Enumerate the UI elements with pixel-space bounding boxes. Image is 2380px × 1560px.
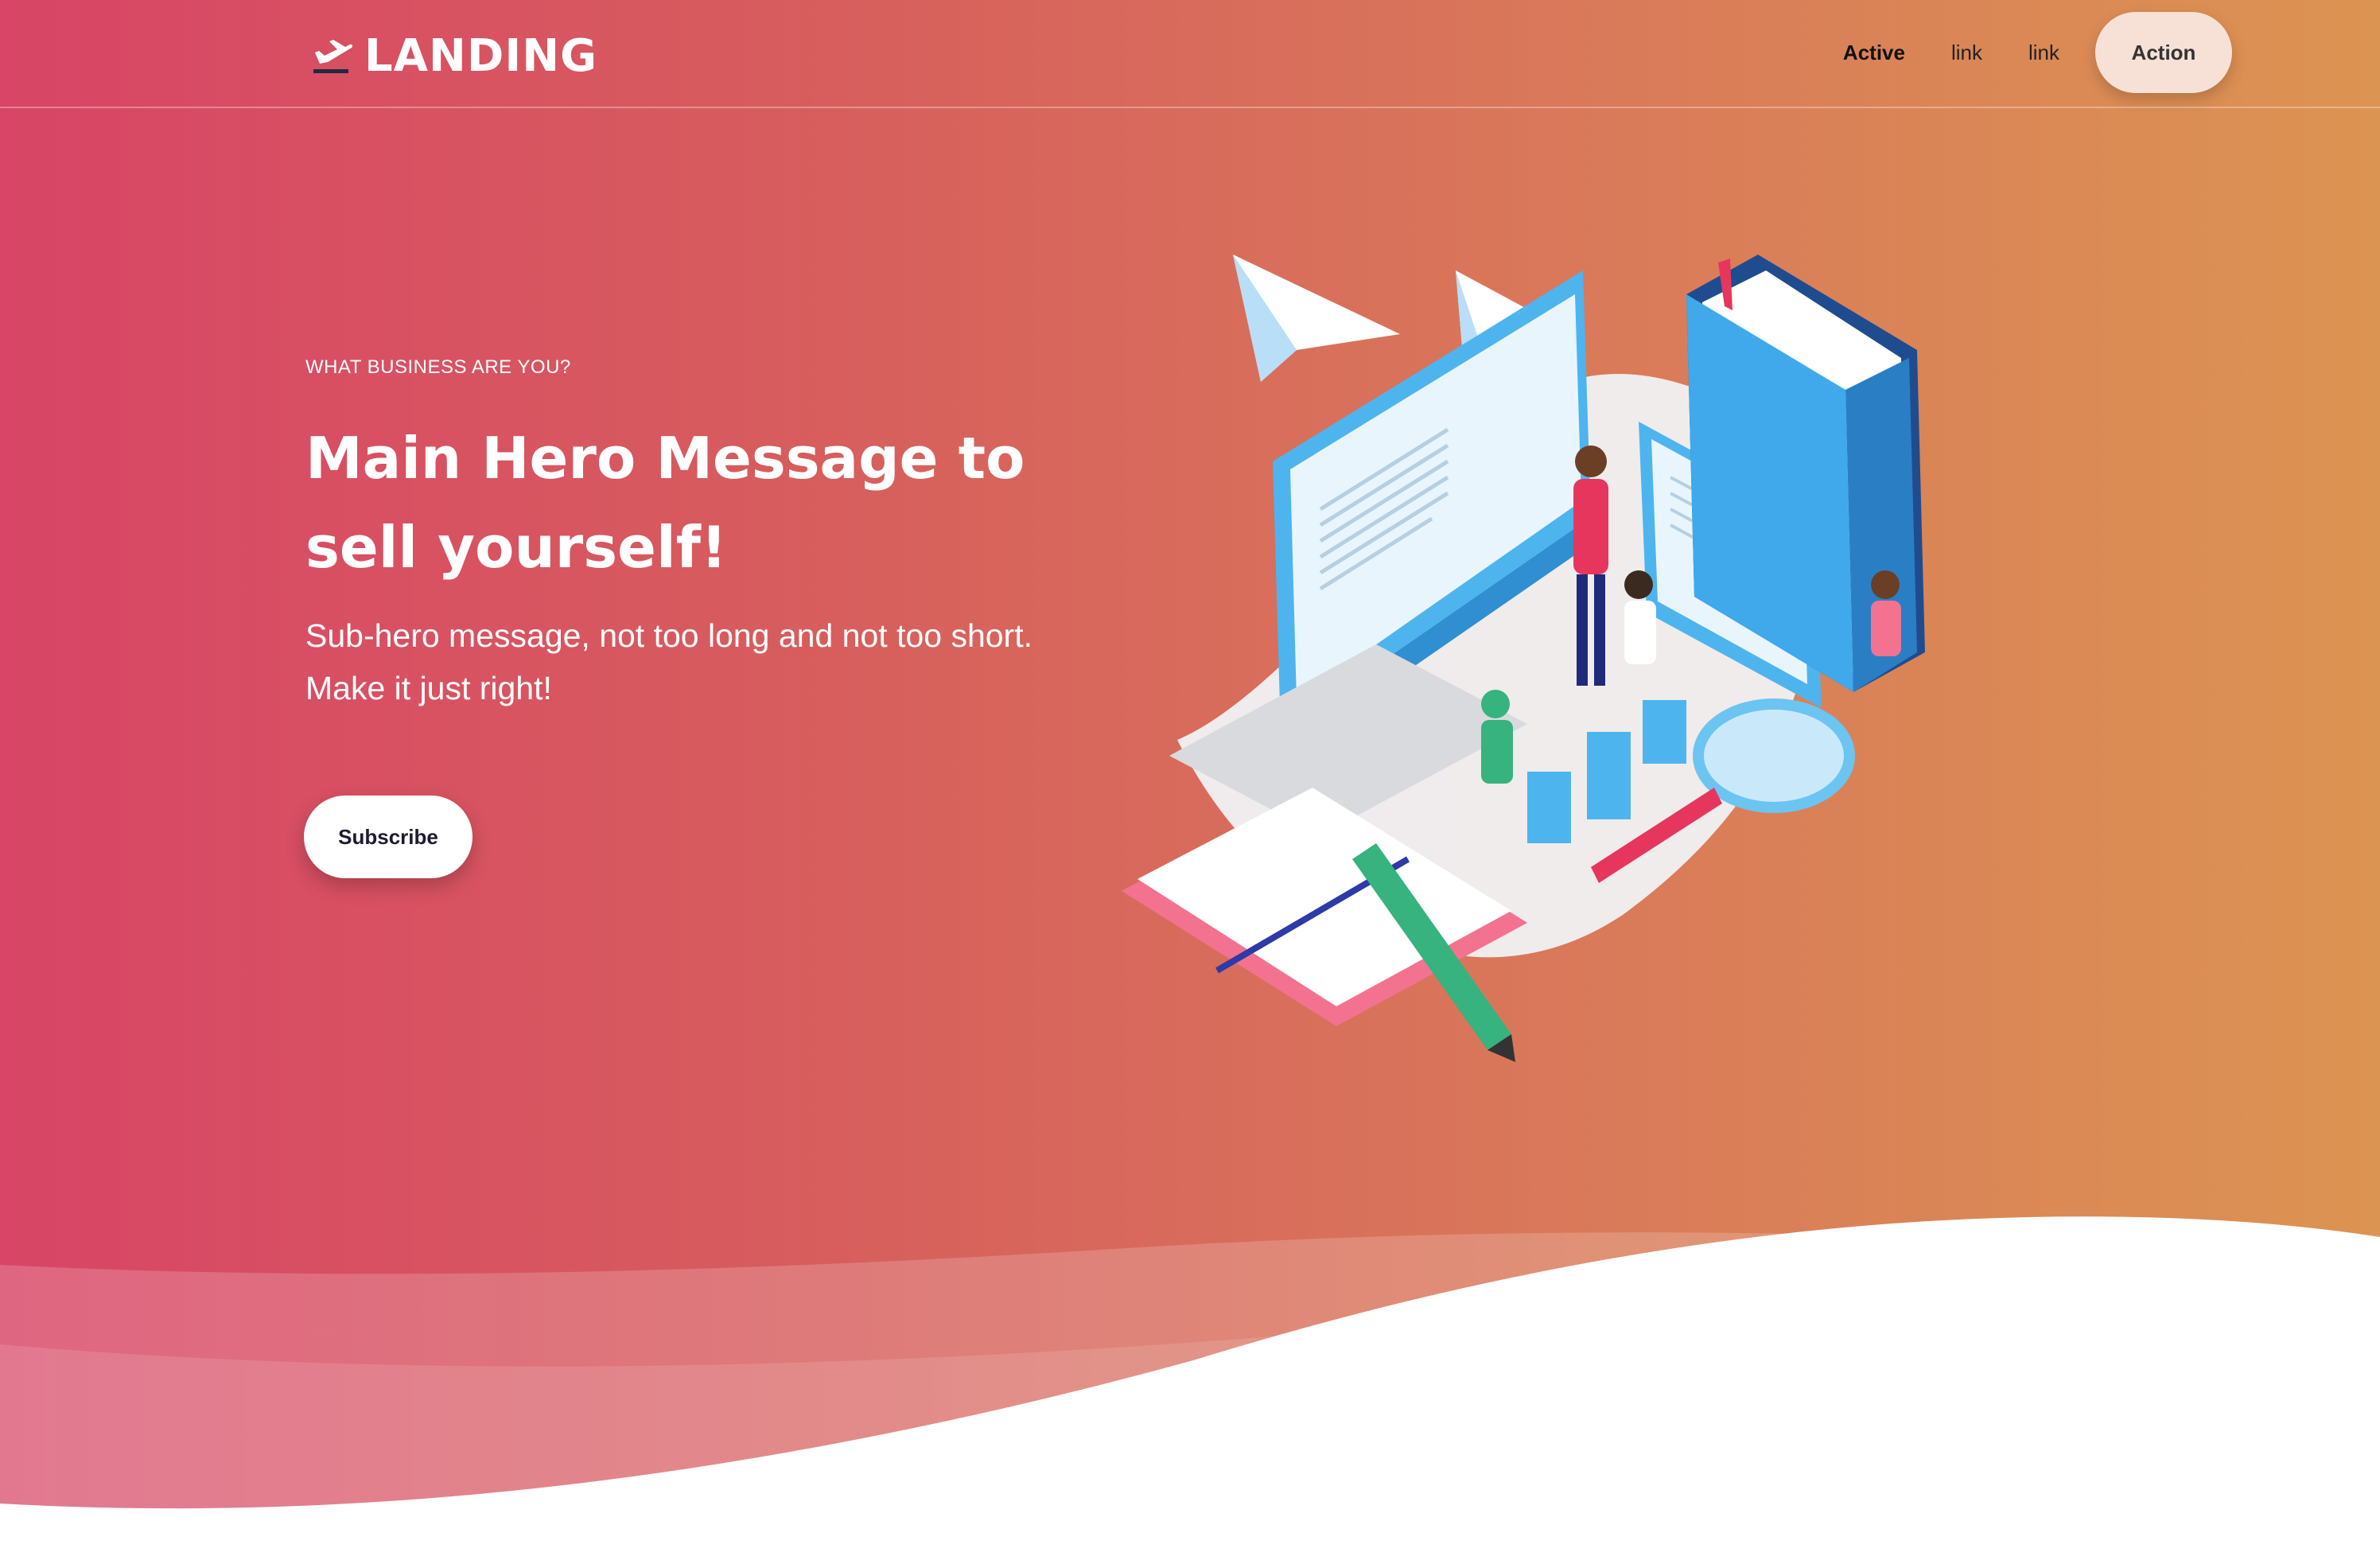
plane-departure-icon: [313, 40, 353, 73]
isometric-study-illustration: [1122, 255, 1925, 1062]
hero-eyebrow: WHAT BUSINESS ARE YOU?: [305, 356, 571, 378]
subscribe-button[interactable]: Subscribe: [304, 796, 472, 878]
nav-link-active[interactable]: Active: [1820, 41, 1928, 65]
nav-link-2[interactable]: link: [2005, 41, 2082, 65]
landing-page: LANDING Active link link Action WHAT BUS…: [0, 0, 2380, 1560]
navbar: LANDING Active link link Action: [0, 0, 2380, 108]
nav-link-1[interactable]: link: [1928, 41, 2005, 65]
brand-logo[interactable]: LANDING: [309, 24, 597, 88]
nav-links: Active link link Action: [1820, 11, 2232, 94]
hero-headline: Main Hero Message to sell yourself!: [305, 425, 1025, 581]
hero-subheadline: Sub-hero message, not too long and not t…: [305, 617, 1032, 706]
brand-name: LANDING: [364, 29, 598, 82]
hero-wave-divider: [0, 1216, 2380, 1560]
action-button[interactable]: Action: [2095, 12, 2232, 93]
